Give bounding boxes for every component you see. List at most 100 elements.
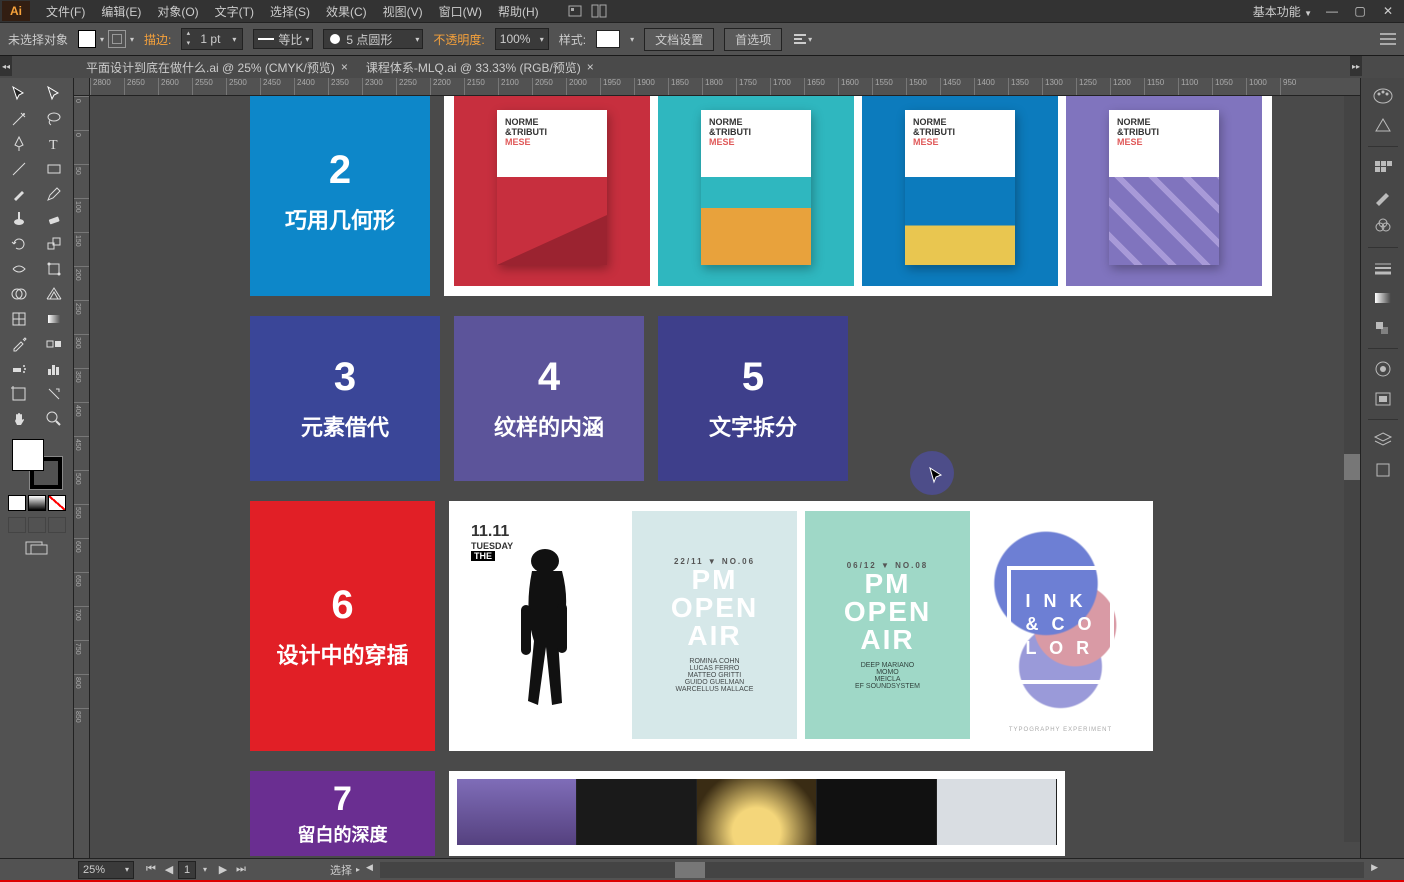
minimize-button[interactable]: —	[1318, 2, 1346, 20]
gradient-tool[interactable]	[37, 307, 71, 331]
slice-tool[interactable]	[37, 382, 71, 406]
menu-help[interactable]: 帮助(H)	[490, 3, 547, 20]
arrange-docs-icon[interactable]	[591, 3, 607, 19]
fill-color[interactable]	[12, 439, 44, 471]
perspective-grid-tool[interactable]	[37, 282, 71, 306]
align-flyout-icon[interactable]: ▾	[792, 29, 812, 49]
zoom-tool[interactable]	[37, 407, 71, 431]
document-tab-1[interactable]: 平面设计到底在做什么.ai @ 25% (CMYK/预览)×	[78, 56, 356, 78]
width-tool[interactable]	[2, 257, 36, 281]
column-graph-tool[interactable]	[37, 357, 71, 381]
close-button[interactable]: ✕	[1374, 2, 1402, 20]
blob-brush-tool[interactable]	[2, 207, 36, 231]
appearance-panel-icon[interactable]	[1365, 355, 1401, 383]
none-mode[interactable]	[48, 495, 66, 511]
right-dock-collapse-toggle[interactable]: ▸▸	[1350, 56, 1362, 76]
document-setup-button[interactable]: 文档设置	[644, 28, 714, 51]
magic-wand-tool[interactable]	[2, 107, 36, 131]
zoom-level[interactable]: 25%▾	[78, 861, 134, 879]
thumb-4	[817, 779, 937, 845]
horizontal-ruler[interactable]: 2800265026002550250024502400235023002250…	[90, 78, 1360, 96]
color-guide-panel-icon[interactable]	[1365, 112, 1401, 140]
thumb-1	[457, 779, 577, 845]
color-mode-switches[interactable]	[8, 495, 66, 511]
transparency-panel-icon[interactable]	[1365, 314, 1401, 342]
document-tab-2[interactable]: 课程体系-MLQ.ai @ 33.33% (RGB/预览)×	[358, 56, 602, 78]
menu-view[interactable]: 视图(V)	[375, 3, 431, 20]
canvas[interactable]: 2800265026002550250024502400235023002250…	[74, 78, 1360, 858]
color-mode[interactable]	[8, 495, 26, 511]
free-transform-tool[interactable]	[37, 257, 71, 281]
stroke-swatch[interactable]	[108, 30, 126, 48]
gradient-mode[interactable]	[28, 495, 46, 511]
prev-artboard-button[interactable]: ◀	[160, 861, 178, 879]
rotate-tool[interactable]	[2, 232, 36, 256]
rectangle-tool[interactable]	[37, 157, 71, 181]
graphic-styles-panel-icon[interactable]	[1365, 385, 1401, 413]
paintbrush-tool[interactable]	[2, 182, 36, 206]
line-tool[interactable]	[2, 157, 36, 181]
eraser-tool[interactable]	[37, 207, 71, 231]
stroke-label[interactable]: 描边:	[144, 31, 171, 48]
selection-tool[interactable]	[2, 82, 36, 106]
poster-open-air-a: 22/11 ▼ NO.06 PM OPEN AIR ROMINA COHN LU…	[632, 511, 797, 739]
menu-window[interactable]: 窗口(W)	[431, 3, 490, 20]
artboard-tool[interactable]	[2, 382, 36, 406]
color-panel-icon[interactable]	[1365, 82, 1401, 110]
eyedropper-tool[interactable]	[2, 332, 36, 356]
swatches-panel-icon[interactable]	[1365, 153, 1401, 181]
gradient-panel-icon[interactable]	[1365, 284, 1401, 312]
lasso-tool[interactable]	[37, 107, 71, 131]
next-artboard-button[interactable]: ▶	[214, 861, 232, 879]
preferences-button[interactable]: 首选项	[724, 28, 782, 51]
pencil-tool[interactable]	[37, 182, 71, 206]
menu-type[interactable]: 文字(T)	[207, 3, 262, 20]
vertical-ruler[interactable]: 0050100150200250300350400450500550600650…	[74, 96, 90, 858]
scrollbar-vertical[interactable]	[1344, 96, 1360, 842]
thumb-2	[577, 779, 697, 845]
panel-menu-icon[interactable]	[1380, 32, 1396, 46]
symbols-panel-icon[interactable]	[1365, 213, 1401, 241]
menu-object[interactable]: 对象(O)	[149, 3, 206, 20]
toolbar-collapse-toggle[interactable]: ◂◂	[0, 56, 12, 76]
last-artboard-button[interactable]: ⏭	[232, 861, 250, 879]
first-artboard-button[interactable]: ⏮	[142, 861, 160, 879]
brushes-panel-icon[interactable]	[1365, 183, 1401, 211]
fill-stroke-indicator[interactable]	[12, 439, 62, 489]
close-icon[interactable]: ×	[587, 60, 594, 74]
mesh-tool[interactable]	[2, 307, 36, 331]
blend-tool[interactable]	[37, 332, 71, 356]
workspace-switcher[interactable]: 基本功能 ▼	[1247, 3, 1318, 20]
screen-mode[interactable]	[19, 539, 55, 557]
menu-select[interactable]: 选择(S)	[262, 3, 318, 20]
artboards-panel-icon[interactable]	[1365, 456, 1401, 484]
shape-builder-tool[interactable]	[2, 282, 36, 306]
fill-swatch[interactable]	[78, 30, 96, 48]
pen-tool[interactable]	[2, 132, 36, 156]
symbol-sprayer-tool[interactable]	[2, 357, 36, 381]
artboard-number[interactable]: 1	[178, 861, 196, 879]
close-icon[interactable]: ×	[341, 60, 348, 74]
hand-tool[interactable]	[2, 407, 36, 431]
maximize-button[interactable]: ▢	[1346, 2, 1374, 20]
scrollbar-horizontal[interactable]: ◀ ▶	[380, 862, 1364, 878]
menu-file[interactable]: 文件(F)	[38, 3, 93, 20]
bridge-icon[interactable]	[567, 3, 583, 19]
layers-panel-icon[interactable]	[1365, 426, 1401, 454]
opacity-label[interactable]: 不透明度:	[433, 31, 484, 48]
draw-modes[interactable]	[8, 517, 66, 533]
ruler-origin[interactable]	[74, 78, 90, 96]
stroke-profile[interactable]: 等比▾	[253, 29, 313, 49]
menu-effect[interactable]: 效果(C)	[318, 3, 375, 20]
stroke-panel-icon[interactable]	[1365, 254, 1401, 282]
type-tool[interactable]: T	[37, 132, 71, 156]
document-viewport[interactable]: 2 巧用几何形 NORME&TRIBUTIMESE NORME&TRIBUTIM…	[90, 96, 1344, 858]
scale-tool[interactable]	[37, 232, 71, 256]
right-panel-dock	[1360, 78, 1404, 858]
opacity-input[interactable]: 100%▾	[495, 28, 549, 50]
brush-definition[interactable]: 5 点圆形▾	[323, 29, 423, 49]
stroke-weight-input[interactable]: ▴▾1 pt▾	[181, 28, 243, 50]
menu-edit[interactable]: 编辑(E)	[93, 3, 149, 20]
direct-selection-tool[interactable]	[37, 82, 71, 106]
graphic-style[interactable]	[596, 30, 620, 48]
